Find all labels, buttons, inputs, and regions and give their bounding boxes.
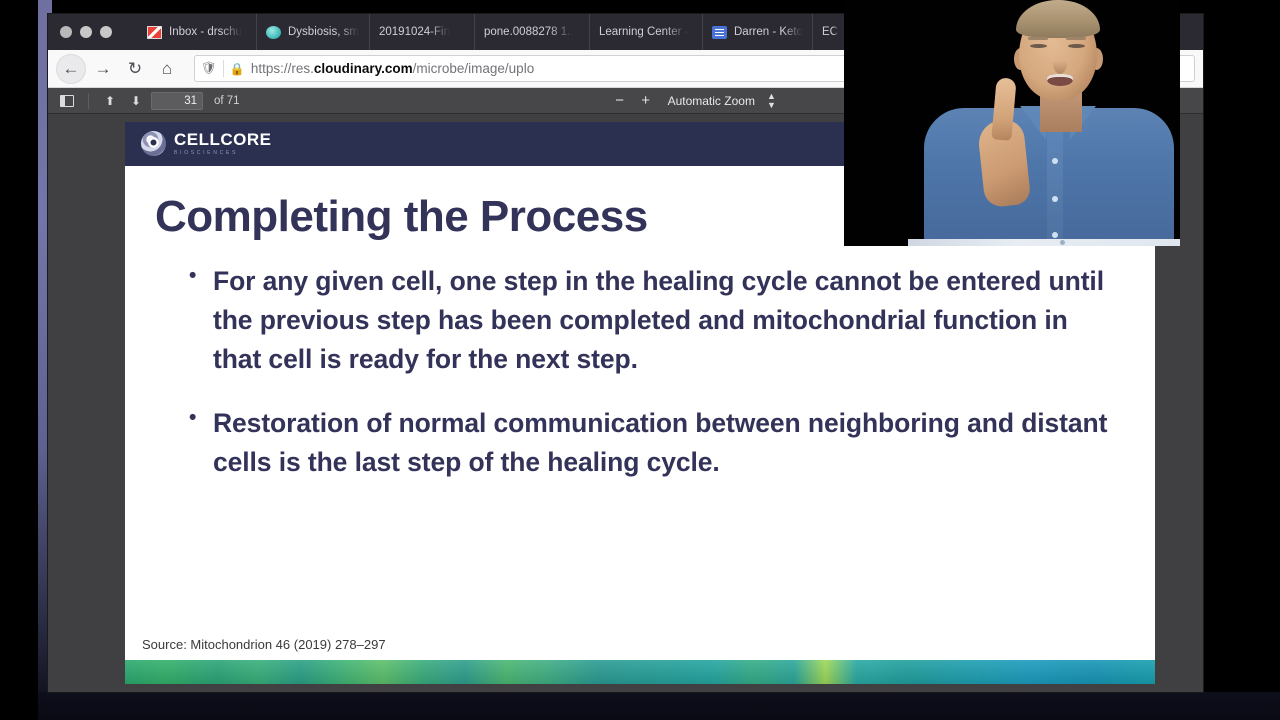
reload-icon[interactable]: ↻ bbox=[120, 54, 150, 84]
down-arrow-icon[interactable]: ⬇ bbox=[125, 91, 147, 111]
list-item: For any given cell, one step in the heal… bbox=[189, 261, 1109, 378]
sidebar-toggle-icon[interactable] bbox=[56, 91, 78, 111]
up-arrow-icon[interactable]: ⬆ bbox=[99, 91, 121, 111]
zoom-controls: − + Automatic Zoom ▲ ▼ bbox=[612, 90, 776, 110]
presenter-eyebrow-left bbox=[1028, 37, 1048, 40]
tab-inbox[interactable]: Inbox - drschu bbox=[138, 14, 256, 50]
brand-tagline: BIOSCIENCES bbox=[174, 150, 239, 157]
logo-mark-icon bbox=[141, 131, 166, 157]
teal-circle-icon bbox=[266, 25, 281, 39]
tab-label: Inbox - drschu bbox=[169, 26, 242, 38]
presenter-mouth bbox=[1047, 74, 1073, 86]
shield-icon[interactable]: 🛡 bbox=[201, 61, 217, 76]
zoom-level-label: Automatic Zoom bbox=[667, 93, 755, 108]
zoom-select[interactable]: Automatic Zoom ▲ ▼ bbox=[667, 90, 776, 110]
laptop-camera-dot bbox=[1060, 240, 1065, 245]
home-icon[interactable]: ⌂ bbox=[152, 54, 182, 84]
bullet-list: For any given cell, one step in the heal… bbox=[155, 261, 1109, 481]
laptop-edge bbox=[908, 239, 1180, 246]
minus-icon[interactable]: − bbox=[612, 92, 628, 109]
presenter-eye-left bbox=[1030, 44, 1047, 48]
tab-label: 20191024-Fin bbox=[379, 26, 450, 38]
url-text: https://res.cloudinary.com/microbe/image… bbox=[250, 61, 535, 76]
tab-learning-center[interactable]: Learning Center - bbox=[589, 14, 702, 50]
page-total-label: of 71 bbox=[214, 94, 240, 107]
screen: Inbox - drschu Dysbiosis, sm 20191024-Fi… bbox=[0, 0, 1280, 720]
shirt-button bbox=[1052, 232, 1058, 238]
tab-pone[interactable]: pone.0088278 1.. bbox=[474, 14, 589, 50]
brand-name: CELLCORE bbox=[174, 130, 272, 150]
shirt-button bbox=[1052, 196, 1058, 202]
gmail-icon bbox=[147, 25, 162, 39]
window-traffic-lights bbox=[48, 14, 138, 50]
cellcore-logo-icon: CELLCORE BIOSCIENCES bbox=[141, 130, 272, 157]
divider bbox=[222, 60, 224, 77]
desktop-wallpaper-bottom bbox=[38, 692, 1280, 720]
page-number-input[interactable]: 31 bbox=[151, 91, 203, 110]
tab-label: EC bbox=[822, 26, 838, 38]
shirt-button bbox=[1052, 158, 1058, 164]
updown-caret-icon: ▲ ▼ bbox=[766, 90, 776, 110]
plus-icon[interactable]: + bbox=[638, 92, 654, 109]
document-icon bbox=[712, 25, 727, 39]
minimize-window-button[interactable] bbox=[80, 26, 92, 38]
back-arrow-icon[interactable]: ← bbox=[56, 53, 86, 84]
maximize-window-button[interactable] bbox=[100, 26, 112, 38]
presenter-eye-right bbox=[1068, 44, 1085, 48]
slide-footer-gradient bbox=[125, 660, 1155, 684]
divider bbox=[88, 92, 89, 109]
close-window-button[interactable] bbox=[60, 26, 72, 38]
list-item: Restoration of normal communication betw… bbox=[189, 403, 1109, 481]
tab-20191024[interactable]: 20191024-Fin bbox=[369, 14, 474, 50]
presenter-video-overlay[interactable] bbox=[844, 0, 1180, 246]
source-citation: Source: Mitochondrion 46 (2019) 278–297 bbox=[142, 637, 386, 652]
padlock-icon[interactable]: 🔒 bbox=[230, 62, 245, 76]
tab-label: Dysbiosis, sm bbox=[288, 26, 359, 38]
presenter-nose bbox=[1053, 52, 1067, 74]
tab-label: Darren - Ketos bbox=[734, 26, 803, 38]
forward-arrow-icon[interactable]: → bbox=[88, 54, 118, 84]
tab-darren-ketos[interactable]: Darren - Ketos bbox=[702, 14, 812, 50]
shirt-placket bbox=[1047, 126, 1063, 246]
tab-label: pone.0088278 1.. bbox=[484, 26, 574, 38]
presenter-eyebrow-right bbox=[1066, 37, 1086, 40]
tab-label: Learning Center - bbox=[599, 26, 689, 38]
tab-dysbiosis[interactable]: Dysbiosis, sm bbox=[256, 14, 369, 50]
